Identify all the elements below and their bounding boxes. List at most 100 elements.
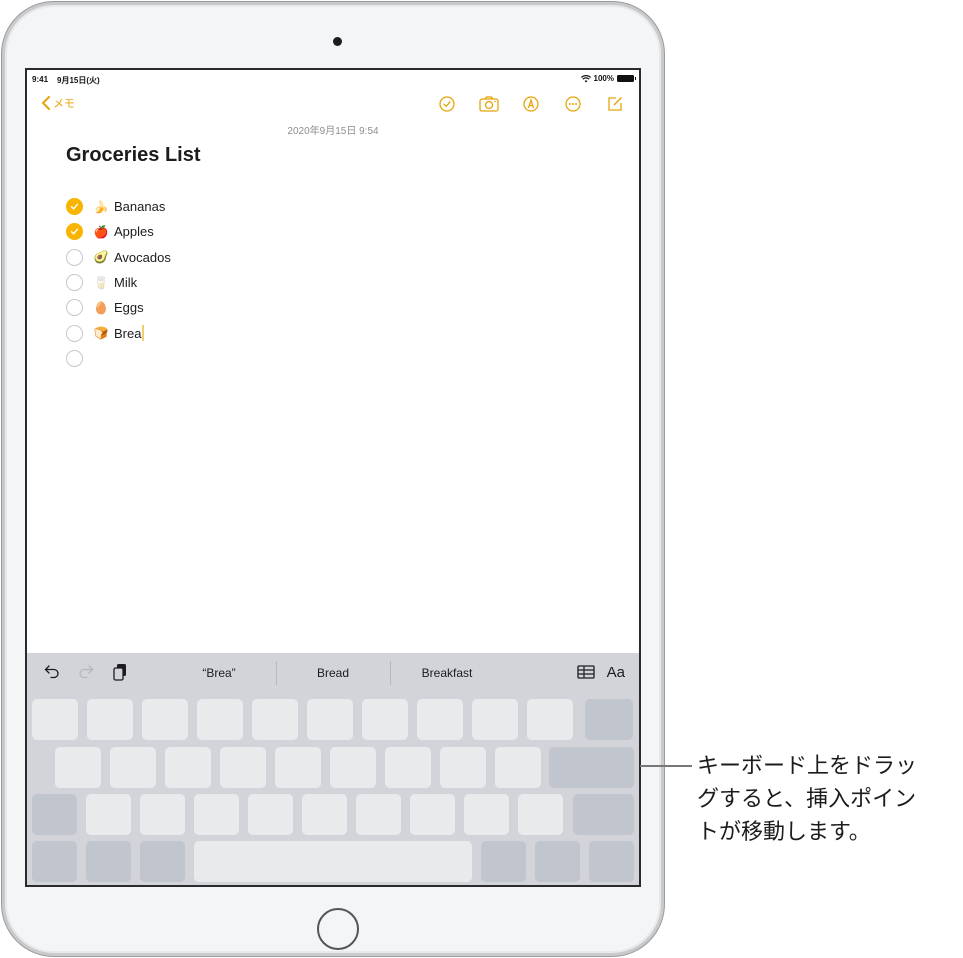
function-key[interactable] <box>481 841 526 882</box>
shortcut-left <box>43 663 129 681</box>
letter-key[interactable] <box>252 699 298 740</box>
table-button[interactable] <box>576 663 595 681</box>
letter-key[interactable] <box>194 794 239 835</box>
format-button[interactable]: Aa <box>607 664 625 681</box>
shortcut-right: Aa <box>576 663 625 681</box>
letter-key[interactable] <box>32 699 78 740</box>
letter-key[interactable] <box>356 794 401 835</box>
camera-button[interactable] <box>479 94 499 114</box>
letter-key[interactable] <box>140 794 185 835</box>
item-text[interactable]: Eggs <box>114 300 144 315</box>
markup-icon <box>523 96 539 112</box>
letter-key[interactable] <box>165 747 211 788</box>
callout-line-2: グすると、挿入ポイン <box>697 787 917 812</box>
chevron-left-icon <box>42 96 50 110</box>
function-key[interactable] <box>549 747 634 788</box>
checkbox-unchecked[interactable] <box>66 274 83 292</box>
letter-key[interactable] <box>472 699 518 740</box>
milk-emoji: 🥛 <box>93 275 109 290</box>
space-key[interactable] <box>194 841 472 882</box>
suggestion-typed[interactable]: “Brea” <box>162 653 276 693</box>
function-key[interactable] <box>585 699 633 740</box>
front-camera <box>333 37 342 46</box>
home-button[interactable] <box>317 908 359 950</box>
battery-icon <box>617 75 636 82</box>
letter-key[interactable] <box>362 699 408 740</box>
callout-line-1: キーボード上をドラッ <box>697 754 918 779</box>
letter-key[interactable] <box>330 747 376 788</box>
checkbox-checked[interactable] <box>66 198 83 216</box>
letter-key[interactable] <box>410 794 455 835</box>
keyboard[interactable]: “Brea” Bread Breakfast Aa <box>27 653 639 885</box>
letter-key[interactable] <box>87 699 133 740</box>
checkbox-unchecked[interactable] <box>66 248 83 266</box>
camera-icon <box>479 96 499 112</box>
status-time: 9:41 <box>32 75 49 84</box>
compose-button[interactable] <box>605 94 625 114</box>
item-text[interactable]: Brea <box>114 326 141 341</box>
item-text[interactable]: Apples <box>114 224 154 239</box>
letter-key[interactable] <box>464 794 509 835</box>
callout-text: キーボード上をドラッ グすると、挿入ポイン トが移動します。 <box>697 750 917 849</box>
back-button[interactable]: メモ <box>41 95 75 111</box>
checkbox-unchecked[interactable] <box>66 349 83 367</box>
letter-key[interactable] <box>527 699 573 740</box>
suggestion-breakfast[interactable]: Breakfast <box>390 653 504 693</box>
paste-button[interactable] <box>111 663 129 681</box>
item-text[interactable]: Avocados <box>114 250 171 265</box>
letter-key[interactable] <box>142 699 188 740</box>
suggestion-bread[interactable]: Bread <box>276 653 390 693</box>
function-key[interactable] <box>32 841 77 882</box>
checkbox-unchecked[interactable] <box>66 324 83 342</box>
letter-key[interactable] <box>417 699 463 740</box>
letter-key[interactable] <box>110 747 156 788</box>
checklist-item[interactable]: 🥛 Milk <box>66 270 171 295</box>
item-text[interactable]: Bananas <box>114 199 165 214</box>
function-key[interactable] <box>32 794 77 835</box>
checklist-item[interactable]: 🥑 Avocados <box>66 245 171 270</box>
wifi-icon <box>580 74 591 82</box>
letter-key[interactable] <box>307 699 353 740</box>
checklist-item[interactable]: 🥚 Eggs <box>66 295 171 320</box>
checklist-item[interactable]: 🍞 Brea <box>66 320 171 345</box>
redo-icon <box>79 665 94 679</box>
screen: 9:41 9月15日(火) 100% メモ 2020年9月15日 9:54 Gr… <box>25 68 641 887</box>
function-key[interactable] <box>589 841 634 882</box>
checkbox-unchecked[interactable] <box>66 299 83 317</box>
undo-button[interactable] <box>43 663 61 681</box>
checklist-item[interactable] <box>66 346 171 371</box>
letter-key[interactable] <box>385 747 431 788</box>
letter-key[interactable] <box>55 747 101 788</box>
letter-key[interactable] <box>248 794 293 835</box>
function-key[interactable] <box>535 841 580 882</box>
function-key[interactable] <box>140 841 185 882</box>
note-title[interactable]: Groceries List <box>66 144 201 167</box>
paste-icon <box>113 664 126 681</box>
letter-key[interactable] <box>275 747 321 788</box>
markup-button[interactable] <box>521 94 541 114</box>
letter-key[interactable] <box>302 794 347 835</box>
note-date: 2020年9月15日 9:54 <box>287 126 379 137</box>
checklist: 🍌 Bananas 🍎 Apples 🥑 Avocados 🥛 Milk 🥚 E… <box>66 194 171 371</box>
function-key[interactable] <box>573 794 634 835</box>
letter-key[interactable] <box>440 747 486 788</box>
item-text[interactable]: Milk <box>114 275 137 290</box>
redo-button[interactable] <box>77 663 95 681</box>
letter-key[interactable] <box>220 747 266 788</box>
letter-key[interactable] <box>495 747 541 788</box>
letter-key[interactable] <box>518 794 563 835</box>
letter-key[interactable] <box>197 699 243 740</box>
function-key[interactable] <box>86 841 131 882</box>
table-icon <box>576 665 595 679</box>
insertion-caret[interactable] <box>142 325 145 342</box>
letter-key[interactable] <box>86 794 131 835</box>
more-button[interactable] <box>563 94 583 114</box>
status-bar: 9:41 9月15日(火) 100% <box>27 70 639 88</box>
checklist-button[interactable] <box>437 94 457 114</box>
checklist-item[interactable]: 🍌 Bananas <box>66 194 171 219</box>
more-icon <box>565 96 581 112</box>
egg-emoji: 🥚 <box>93 300 109 315</box>
checkbox-checked[interactable] <box>66 223 83 241</box>
checklist-item[interactable]: 🍎 Apples <box>66 219 171 244</box>
predictive-bar: “Brea” Bread Breakfast <box>162 653 504 693</box>
